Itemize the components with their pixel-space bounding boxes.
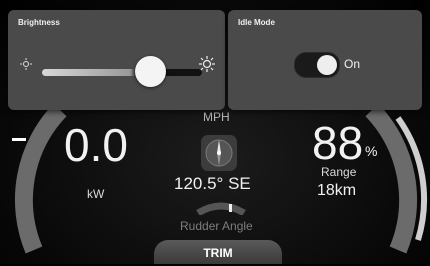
idle-mode-title: Idle Mode xyxy=(238,18,275,27)
speed-unit: MPH xyxy=(203,110,230,124)
idle-mode-panel: Idle Mode On xyxy=(228,10,422,110)
sun-bright-icon xyxy=(199,56,215,72)
power-value: 0.0 xyxy=(64,119,128,171)
power-unit: kW xyxy=(87,187,105,201)
brightness-title: Brightness xyxy=(18,18,60,27)
brightness-slider-thumb[interactable] xyxy=(135,56,166,87)
range-label: Range xyxy=(321,165,357,179)
brightness-slider-track[interactable] xyxy=(42,69,202,76)
idle-mode-toggle[interactable] xyxy=(294,52,340,78)
compass-icon xyxy=(201,135,237,171)
toggle-knob xyxy=(317,55,337,75)
heading-readout: 120.5° SE xyxy=(174,174,251,193)
idle-mode-state: On xyxy=(344,57,361,71)
sun-dim-icon xyxy=(20,58,32,70)
trim-button[interactable]: TRIM xyxy=(154,240,282,264)
rudder-angle-indicator xyxy=(196,202,246,215)
brightness-panel: Brightness xyxy=(8,10,225,110)
rudder-angle-label: Rudder Angle xyxy=(180,219,253,233)
range-value: 18km xyxy=(317,182,357,199)
battery-value: 88 xyxy=(312,117,364,169)
battery-unit: % xyxy=(365,143,378,159)
